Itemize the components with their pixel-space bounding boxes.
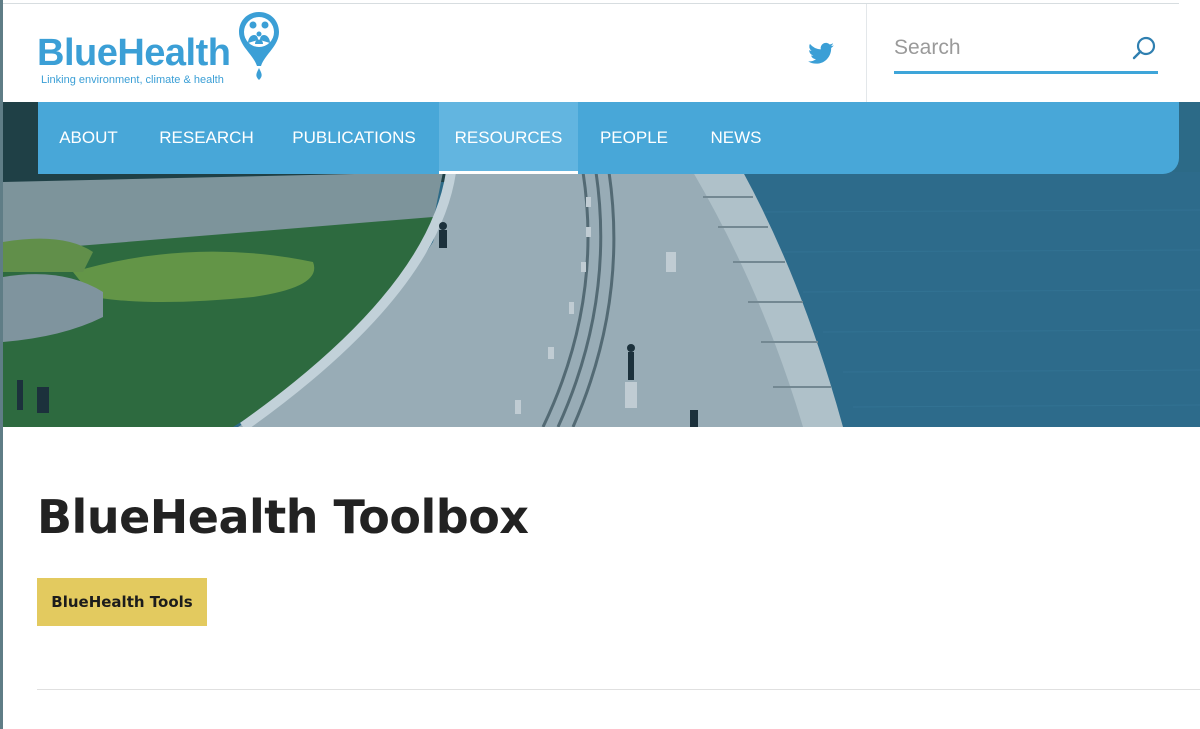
nav-item-research[interactable]: RESEARCH xyxy=(145,102,268,174)
logo-tagline: Linking environment, climate & health xyxy=(41,74,224,86)
twitter-icon[interactable] xyxy=(806,40,836,68)
page: BlueHealth Linking environment, climate … xyxy=(0,0,1200,729)
search-input[interactable] xyxy=(894,28,1114,68)
main-nav: ABOUT RESEARCH PUBLICATIONS RESOURCES PE… xyxy=(38,102,1179,174)
header-divider xyxy=(866,4,867,103)
nav-item-people[interactable]: PEOPLE xyxy=(583,102,685,174)
nav-item-publications[interactable]: PUBLICATIONS xyxy=(274,102,434,174)
logo-wordmark: BlueHealth xyxy=(37,32,231,74)
content-divider xyxy=(37,689,1200,690)
bluehealth-tools-button[interactable]: BlueHealth Tools xyxy=(37,578,207,626)
location-pin-family-icon xyxy=(239,12,279,80)
bluehealth-logo[interactable]: BlueHealth Linking environment, climate … xyxy=(37,10,287,92)
page-title: BlueHealth Toolbox xyxy=(37,490,529,544)
nav-item-resources[interactable]: RESOURCES xyxy=(439,102,578,174)
search-icon[interactable] xyxy=(1130,34,1158,62)
nav-item-news[interactable]: NEWS xyxy=(690,102,782,174)
nav-item-about[interactable]: ABOUT xyxy=(38,102,139,174)
search-box xyxy=(894,28,1158,74)
site-header: BlueHealth Linking environment, climate … xyxy=(3,3,1179,103)
